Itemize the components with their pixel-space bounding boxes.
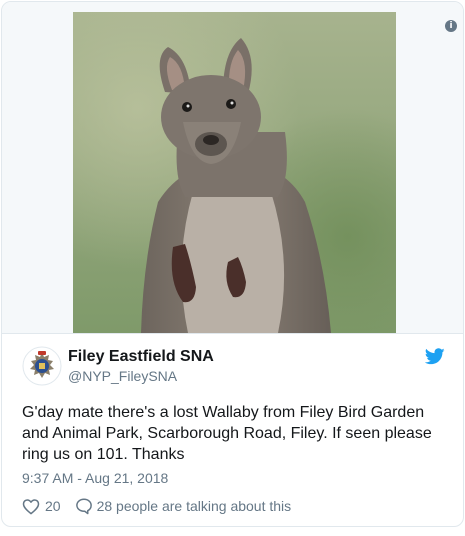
media-divider: [2, 333, 463, 334]
tweet-actions: 20 28 people are talking about this: [22, 496, 291, 516]
tweet-text: G'day mate there's a lost Wallaby from F…: [22, 404, 432, 463]
tweet-media[interactable]: i: [2, 2, 463, 333]
info-icon[interactable]: i: [445, 20, 457, 32]
tweet-timestamp[interactable]: 9:37 AM - Aug 21, 2018: [22, 470, 168, 486]
police-badge-icon[interactable]: [22, 346, 62, 386]
author-name[interactable]: Filey Eastfield SNA: [68, 348, 214, 366]
author-handle[interactable]: @NYP_FileySNA: [68, 368, 177, 384]
like-count[interactable]: 20: [45, 498, 61, 514]
heart-icon[interactable]: [22, 498, 40, 515]
speech-bubble-icon[interactable]: [75, 497, 93, 515]
kangaroo-photo[interactable]: [73, 12, 396, 333]
embedded-tweet-card: i Filey Eastfield SNA @NYP_FileySNA G'da…: [1, 1, 464, 527]
talking-about-link[interactable]: 28 people are talking about this: [97, 498, 292, 514]
twitter-bird-icon[interactable]: [425, 348, 445, 365]
